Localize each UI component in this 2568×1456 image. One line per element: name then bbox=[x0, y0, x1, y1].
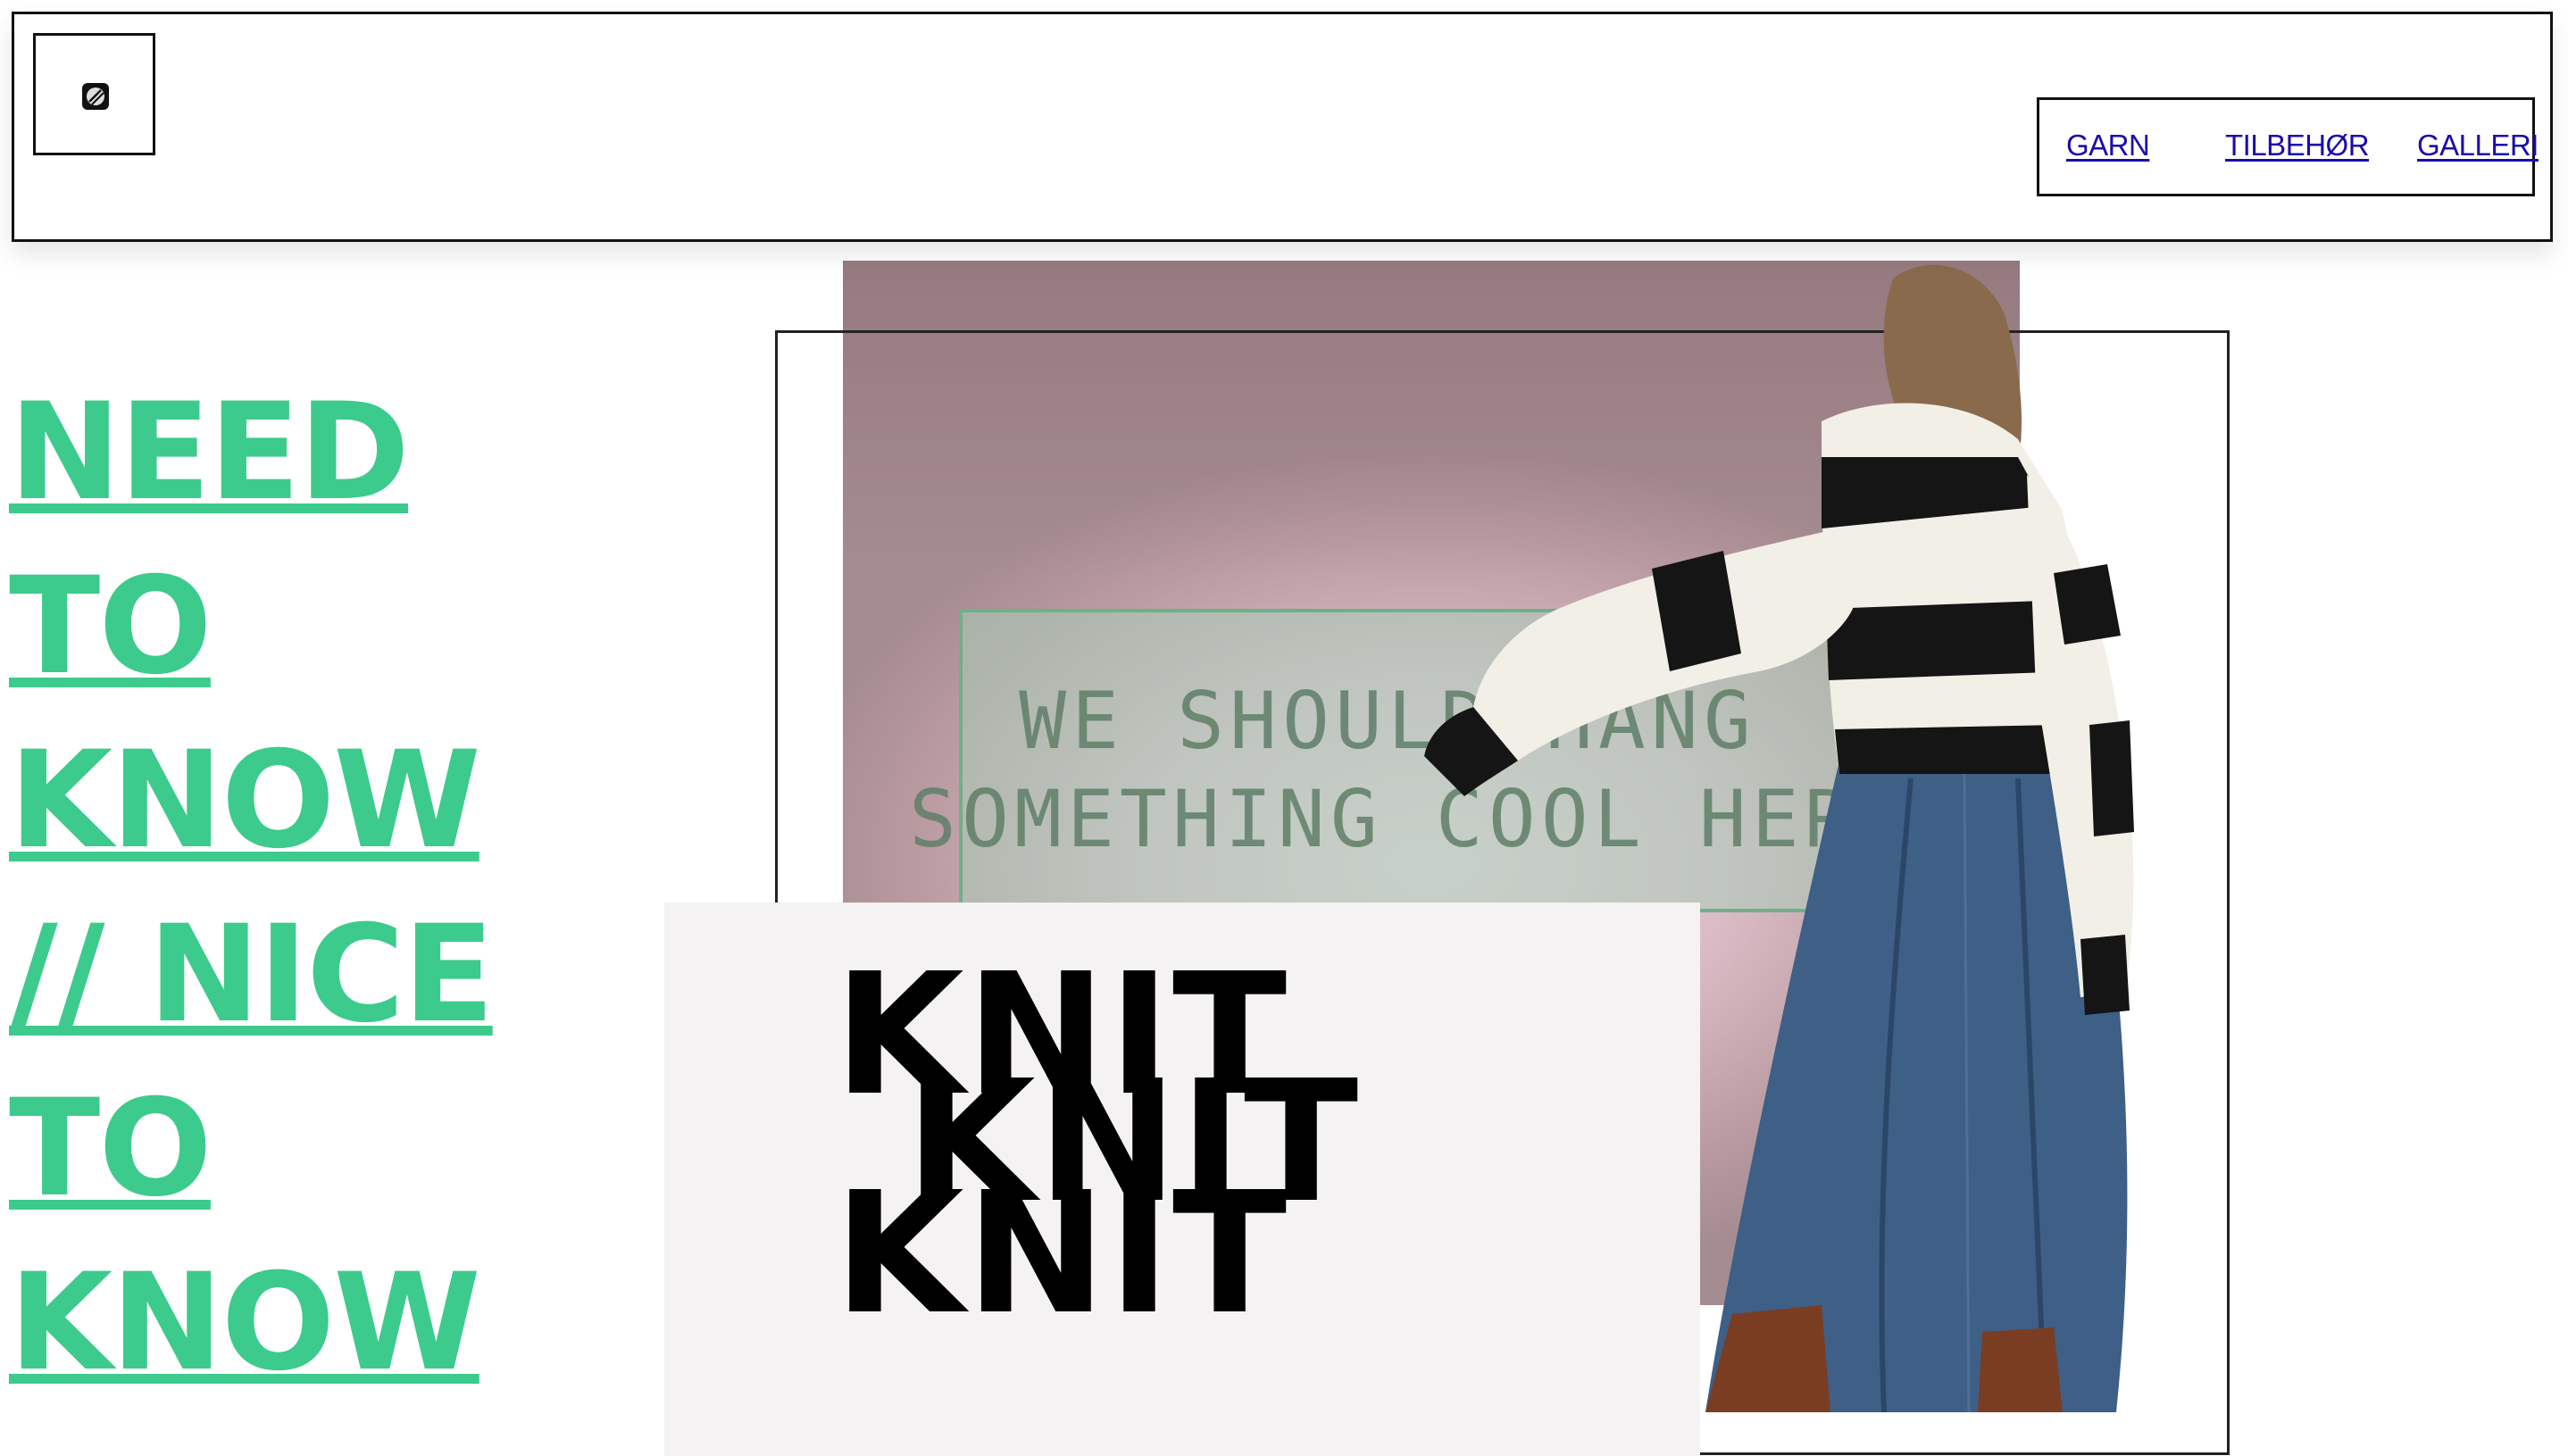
headline-line: // NICE bbox=[9, 897, 495, 1052]
logo-link[interactable] bbox=[33, 33, 155, 155]
nav-link-garn[interactable]: GARN bbox=[2066, 129, 2150, 162]
headline-line: NEED bbox=[9, 375, 410, 530]
headline-line: TO bbox=[9, 549, 213, 704]
main-nav: GARN TILBEHØR GALLERI bbox=[2037, 97, 2539, 196]
nav-link-tilbehor[interactable]: TILBEHØR bbox=[2225, 129, 2370, 162]
site-header: GARN TILBEHØR GALLERI bbox=[12, 12, 2553, 242]
headline-line: KNOW bbox=[9, 723, 481, 878]
headline-line: KNOW bbox=[9, 1245, 481, 1401]
nav-link-galleri[interactable]: GALLERI bbox=[2417, 129, 2539, 162]
hero-headline-link[interactable]: NEED TO KNOW // NICE TO KNOW bbox=[9, 366, 634, 1410]
model-photo bbox=[1424, 264, 2134, 1412]
yarn-ball-icon bbox=[82, 83, 109, 110]
knit-word: KNIT bbox=[834, 1156, 1289, 1352]
headline-line: TO bbox=[9, 1071, 213, 1227]
